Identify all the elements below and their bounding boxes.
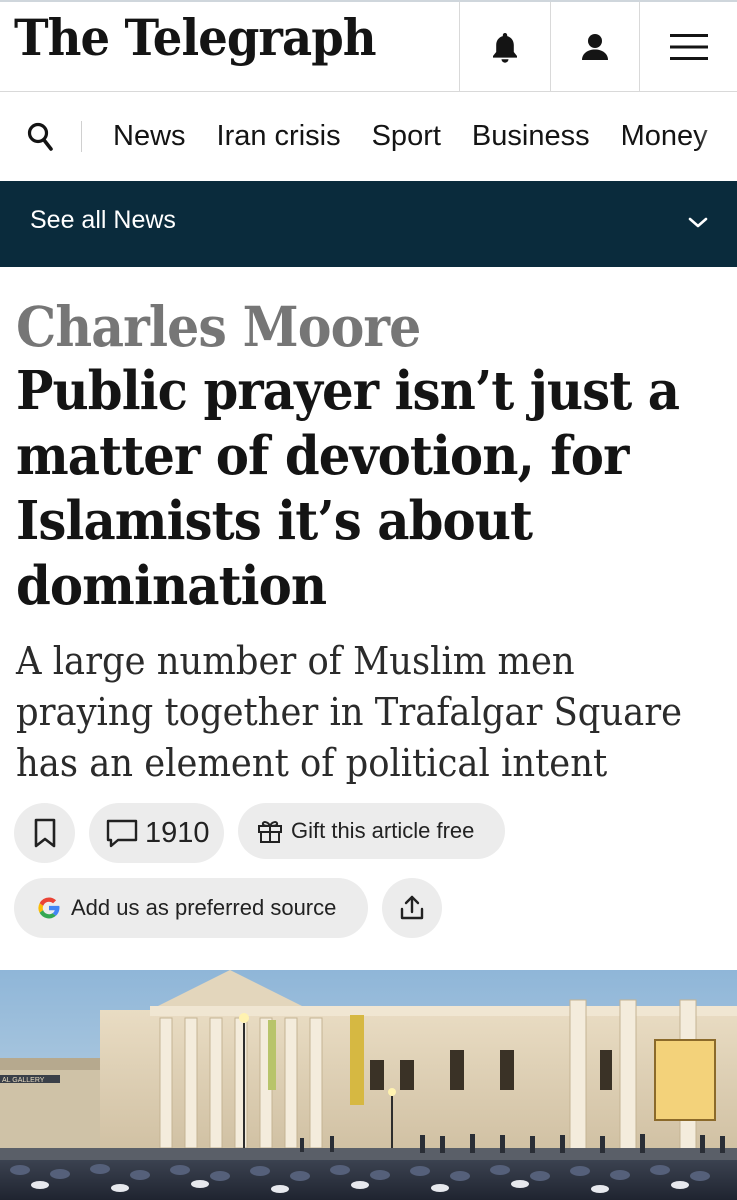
nav-items: News Iran crisis Sport Business Money [113, 92, 737, 181]
gift-article-button[interactable]: Gift this article free [238, 803, 505, 859]
trafalgar-square-photo: AL GALLERY [0, 970, 737, 1200]
account-button[interactable] [550, 2, 639, 92]
nav-fade [697, 92, 737, 181]
standfirst-line: A large number of Muslim men [16, 639, 575, 683]
article-headline: Public prayer isn’t just a matter of dev… [16, 359, 736, 619]
headline-line: Islamists it’s about [16, 490, 533, 552]
standfirst-line: has an element of political intent [16, 741, 608, 785]
hamburger-menu-icon [669, 34, 708, 60]
standfirst-line: praying together in Trafalgar Square [16, 690, 683, 734]
user-icon [582, 34, 608, 60]
bell-icon [493, 33, 517, 63]
gallery-sign: AL GALLERY [2, 1077, 45, 1084]
menu-button[interactable] [639, 2, 737, 92]
article-hero-image[interactable]: AL GALLERY [0, 970, 737, 1200]
gift-article-label: Gift this article free [291, 818, 475, 843]
nav-item-news[interactable]: News [113, 120, 186, 153]
chevron-down-icon [688, 217, 708, 228]
author-name[interactable]: Charles Moore [16, 294, 421, 360]
search-icon [27, 122, 53, 151]
article-standfirst: A large number of Muslim men praying tog… [16, 636, 736, 789]
search-button[interactable] [26, 120, 56, 154]
headline-line: Public prayer isn’t just a [16, 360, 680, 422]
nav-item-iran-crisis[interactable]: Iran crisis [217, 120, 341, 153]
share-icon [400, 895, 424, 920]
see-all-news-label: See all News [30, 206, 176, 234]
comment-icon [106, 819, 138, 848]
nav-item-business[interactable]: Business [472, 120, 590, 153]
preferred-source-label: Add us as preferred source [71, 895, 337, 920]
headline-line: matter of devotion, for [16, 425, 629, 487]
masthead: The Telegraph [0, 0, 737, 92]
nav-item-sport[interactable]: Sport [372, 120, 441, 153]
headline-line: domination [16, 555, 327, 617]
save-article-button[interactable] [14, 803, 75, 863]
comment-count: 1910 [145, 816, 210, 849]
preferred-source-button[interactable]: Add us as preferred source [14, 878, 368, 938]
gift-icon [258, 821, 282, 843]
share-button[interactable] [382, 878, 442, 938]
bookmark-icon [34, 818, 55, 848]
comments-button[interactable]: 1910 [89, 803, 224, 863]
primary-navigation: News Iran crisis Sport Business Money [0, 92, 737, 181]
notifications-button[interactable] [459, 2, 550, 92]
nav-divider [81, 121, 82, 152]
site-logo[interactable]: The Telegraph [14, 8, 377, 68]
nav-item-money[interactable]: Money [621, 120, 708, 153]
google-g-icon [38, 897, 60, 919]
see-all-news-bar[interactable]: See all News [0, 181, 737, 267]
